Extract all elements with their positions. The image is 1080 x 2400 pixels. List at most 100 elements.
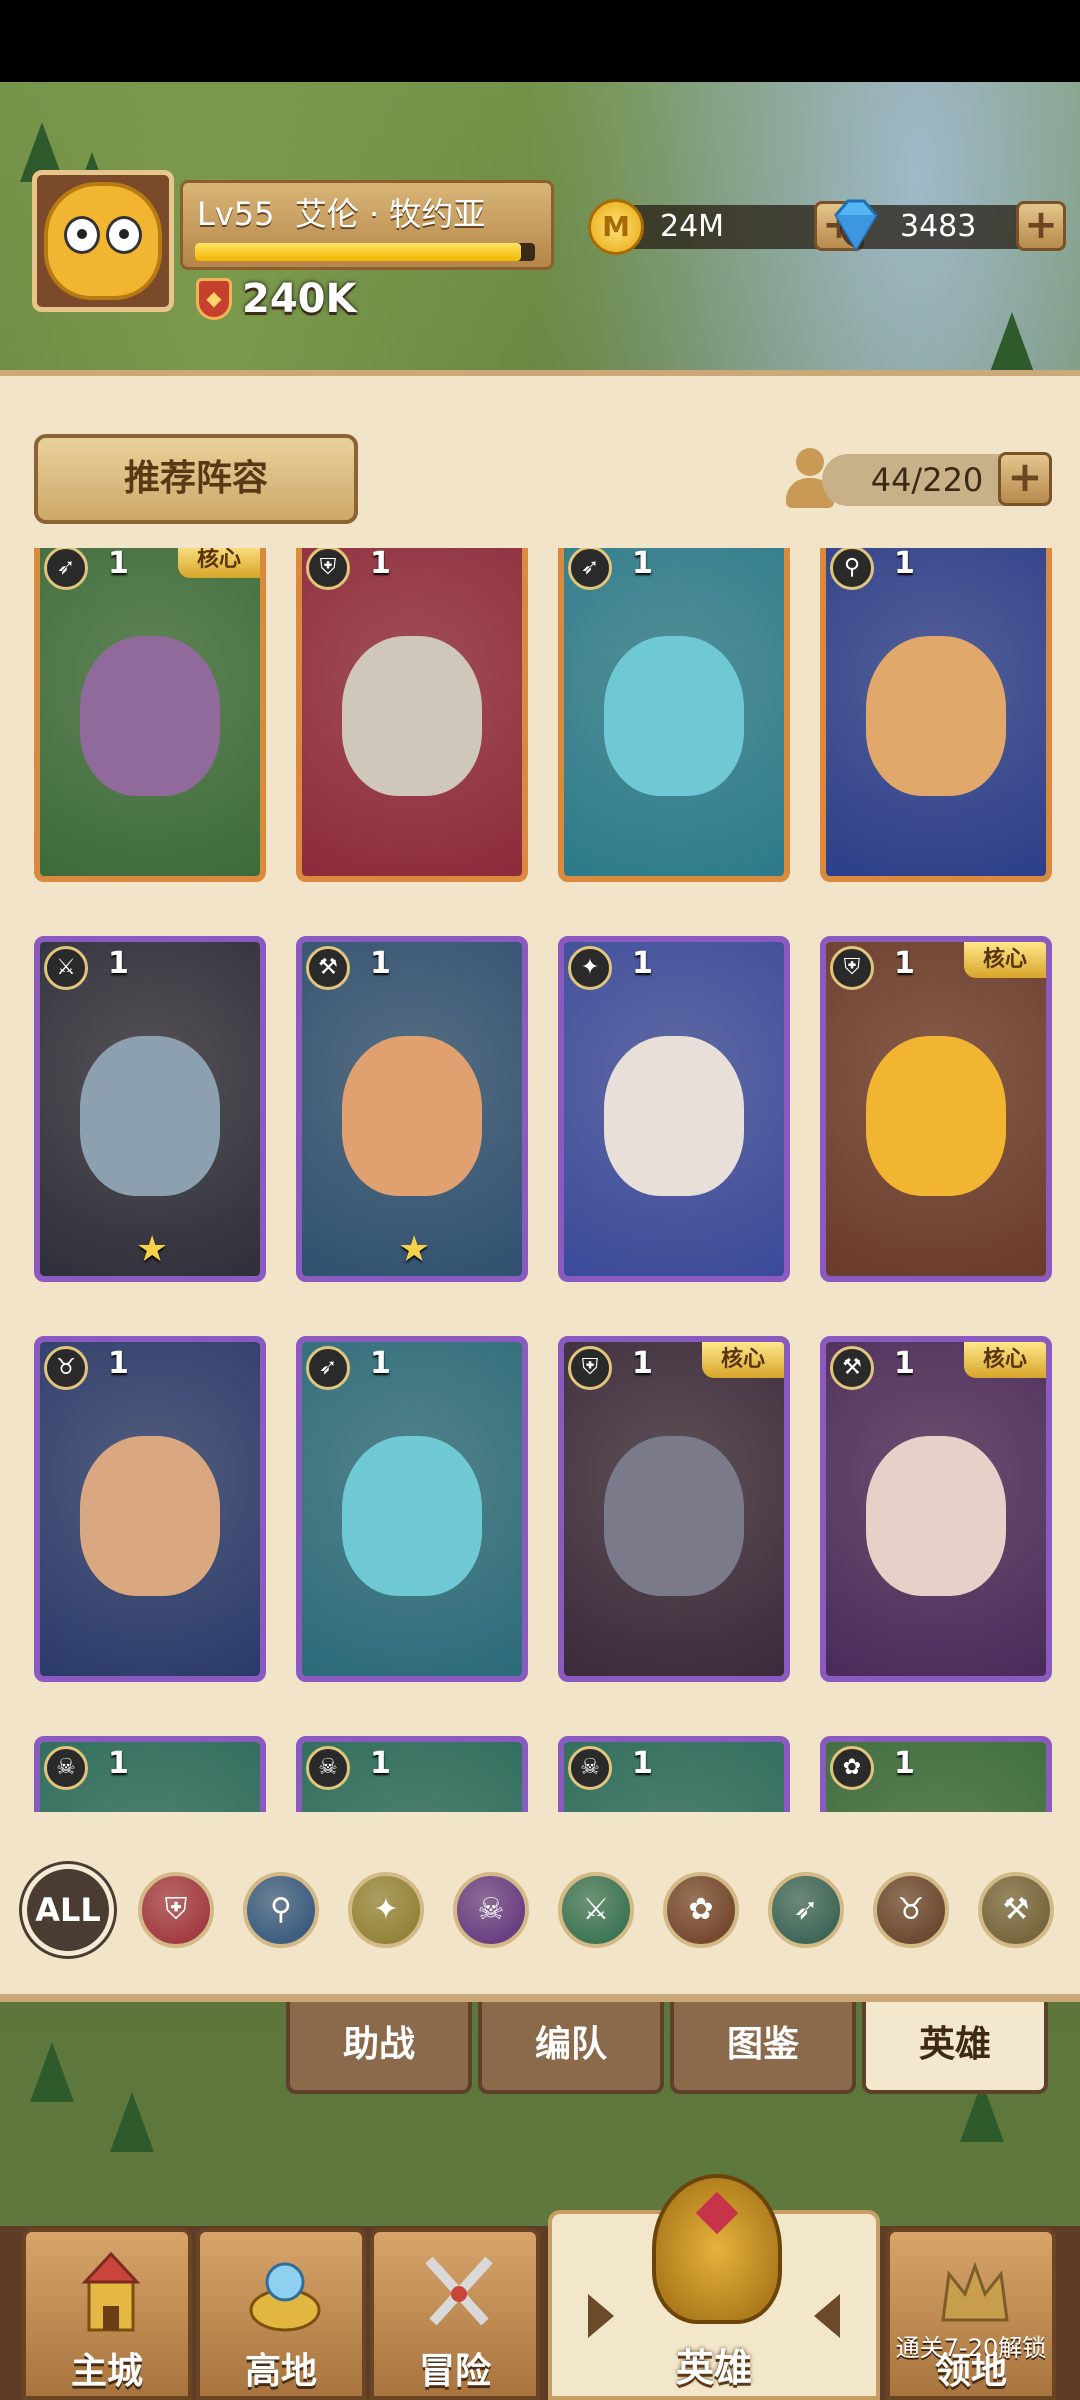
axe-icon: ⚒ (306, 946, 350, 990)
hero-card[interactable]: ⚒ 1 ★ (296, 936, 528, 1282)
expand-capacity-button[interactable]: + (998, 452, 1052, 506)
staff-filter-icon[interactable]: ⚲ (243, 1872, 319, 1948)
hero-face (342, 1035, 482, 1196)
castle-icon (81, 2251, 141, 2332)
hero-card[interactable]: ➶ 1 (558, 548, 790, 882)
hero-face (604, 635, 744, 796)
hero-card[interactable]: ⛨ 1 (296, 548, 528, 882)
nav-territory-label: 领地 (934, 2351, 1007, 2392)
hero-card[interactable]: ➶ 1 核心 (34, 548, 266, 882)
holy-filter-icon[interactable]: ✦ (348, 1872, 424, 1948)
hero-card[interactable]: ⚔ 1 ★ (34, 936, 266, 1282)
hero-face (80, 1035, 220, 1196)
hero-level: 1 (108, 1346, 129, 1381)
tab-support[interactable]: 助战 (286, 2002, 472, 2094)
hero-tabs: 助战 编队 图鉴 英雄 (286, 2002, 1056, 2098)
hero-level: 1 (632, 1346, 653, 1381)
paw-filter-icon[interactable]: ✿ (663, 1872, 739, 1948)
hero-face (342, 1435, 482, 1596)
level-progress-fill (195, 243, 522, 261)
hero-card[interactable]: ☠ 1 (34, 1736, 266, 1812)
holy-icon: ✦ (568, 946, 612, 990)
shield-filter-icon[interactable]: ⛨ (138, 1872, 214, 1948)
hero-card[interactable]: ☠ 1 (296, 1736, 528, 1812)
tab-heroes[interactable]: 英雄 (862, 2002, 1048, 2094)
hero-level: 1 (370, 1746, 391, 1781)
core-badge: 核心 (702, 1342, 784, 1378)
hero-card[interactable]: ✿ 1 (820, 1736, 1052, 1812)
nav-adventure[interactable]: 冒险 (370, 2228, 540, 2400)
crown-icon (941, 2261, 1009, 2322)
skull-icon: ☠ (44, 1746, 88, 1790)
player-level: Lv55 (197, 195, 275, 233)
hero-panel: 推荐阵容 44/220 + ➶ 1 核心 ⛨ 1 ➶ 1 ⚲ 1 ⚔ 1 ★ ⚒ 1 ★ ✦ 1 ⛨ 1 核心 ♉ 1 ➶ 1… (0, 370, 1080, 2002)
hero-level: 1 (370, 1346, 391, 1381)
avatar-eye (106, 216, 142, 254)
player-info-plate[interactable]: Lv55 艾伦 · 牧约亚 (180, 180, 554, 270)
hero-capacity: 44/220 + (782, 444, 1052, 516)
core-badge: 核心 (964, 942, 1046, 978)
power-icon: ◆ (196, 278, 232, 320)
hero-card[interactable]: ⚲ 1 (820, 548, 1052, 882)
hero-face (604, 1435, 744, 1596)
nav-heroes[interactable]: 英雄 (548, 2174, 880, 2400)
tab-codex[interactable]: 图鉴 (670, 2002, 856, 2094)
hero-level: 1 (632, 548, 653, 581)
hero-level: 1 (370, 548, 391, 581)
nav-main-city[interactable]: 主城 (22, 2228, 192, 2400)
arrow-left-icon (814, 2294, 840, 2338)
hero-level: 1 (108, 1746, 129, 1781)
hero-card[interactable]: ♉ 1 (34, 1336, 266, 1682)
hero-level: 1 (894, 548, 915, 581)
bow-icon: ➶ (44, 548, 88, 590)
hero-level: 1 (632, 1746, 653, 1781)
filter-all-button[interactable]: ALL (22, 1864, 114, 1956)
coin-amount: 24M (660, 209, 725, 244)
avatar-eye (64, 216, 100, 254)
add-gems-button[interactable]: + (1016, 201, 1066, 251)
shield-icon: ⛨ (306, 548, 350, 590)
tree-decoration (110, 2092, 154, 2152)
hero-level: 1 (894, 946, 915, 981)
tree-decoration (30, 2042, 74, 2102)
skull-icon: ☠ (306, 1746, 350, 1790)
bow-icon: ➶ (306, 1346, 350, 1390)
skull-filter-icon[interactable]: ☠ (453, 1872, 529, 1948)
nav-highland[interactable]: 高地 (196, 2228, 366, 2400)
bow-icon: ➶ (568, 548, 612, 590)
hero-level: 1 (108, 946, 129, 981)
coin-resource: M 24M + (588, 198, 864, 256)
hero-level: 1 (894, 1346, 915, 1381)
hero-card[interactable]: ➶ 1 (296, 1336, 528, 1682)
hero-card[interactable]: ⛨ 1 核心 (820, 936, 1052, 1282)
status-bar (0, 0, 1080, 82)
hero-face (342, 635, 482, 796)
player-avatar[interactable] (32, 170, 174, 312)
beast-filter-icon[interactable]: ♉ (873, 1872, 949, 1948)
blades-filter-icon[interactable]: ⚔ (558, 1872, 634, 1948)
star-icon: ★ (398, 1229, 431, 1270)
hero-level: 1 (108, 548, 129, 581)
player-name: 艾伦 · 牧约亚 (294, 195, 486, 233)
hero-card[interactable]: ⛨ 1 核心 (558, 1336, 790, 1682)
nav-territory[interactable]: 通关7-20解锁 领地 (886, 2228, 1056, 2400)
level-progress-bar (195, 243, 535, 261)
highland-icon (249, 2262, 321, 2332)
hero-face (866, 1035, 1006, 1196)
staff-icon: ⚲ (830, 548, 874, 590)
hero-face (866, 635, 1006, 796)
shield-icon: ⛨ (830, 946, 874, 990)
recommended-lineup-button[interactable]: 推荐阵容 (34, 434, 358, 524)
bow-filter-icon[interactable]: ➶ (768, 1872, 844, 1948)
class-filter-bar: ALL ⛨ ⚲ ✦ ☠ ⚔ ✿ ➶ ♉ ⚒ (0, 1850, 1080, 1960)
hero-card[interactable]: ⚒ 1 核心 (820, 1336, 1052, 1682)
core-badge: 核心 (964, 1342, 1046, 1378)
helmet-icon (652, 2174, 782, 2324)
axe-filter-icon[interactable]: ⚒ (978, 1872, 1054, 1948)
hero-card[interactable]: ✦ 1 (558, 936, 790, 1282)
tab-formation[interactable]: 编队 (478, 2002, 664, 2094)
hero-card[interactable]: ☠ 1 (558, 1736, 790, 1812)
hero-grid: ➶ 1 核心 ⛨ 1 ➶ 1 ⚲ 1 ⚔ 1 ★ ⚒ 1 ★ ✦ 1 ⛨ 1 核心 ♉ 1 ➶ 1 ⛨ 1 核心 ⚒ 1 核心 ☠ 1 ☠ 1 ☠ 1… (0, 548, 1080, 1812)
hero-level: 1 (632, 946, 653, 981)
coin-icon: M (588, 199, 644, 255)
